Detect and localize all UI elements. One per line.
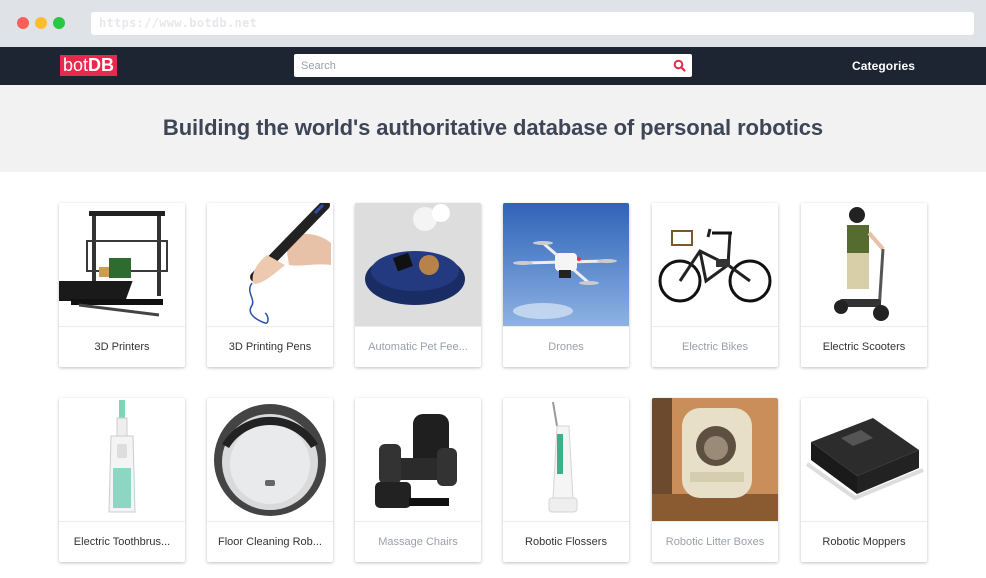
category-label: Robotic Flossers: [525, 536, 607, 548]
navbar: botDB Categories: [0, 47, 986, 85]
categories-link[interactable]: Categories: [852, 59, 915, 73]
pet-feeder-icon: [355, 203, 481, 327]
search-box: [294, 54, 692, 77]
3d-printer-icon: [59, 203, 185, 327]
category-label: Floor Cleaning Rob...: [218, 536, 322, 548]
bicycle-icon: [652, 203, 778, 327]
3d-pen-icon: [207, 203, 333, 327]
scooter-icon: [801, 203, 927, 327]
category-label: Electric Scooters: [822, 341, 906, 353]
category-label: Electric Bikes: [681, 341, 749, 353]
search-input[interactable]: [294, 54, 654, 77]
site-logo[interactable]: botDB: [60, 55, 118, 76]
category-card-electric-bikes[interactable]: Electric Bikes: [652, 203, 778, 367]
category-card-robotic-moppers[interactable]: Robotic Moppers: [801, 398, 927, 562]
toothbrush-icon: [59, 398, 185, 522]
category-card-robotic-flossers[interactable]: Robotic Flossers: [503, 398, 629, 562]
category-card-3d-printing-pens[interactable]: 3D Printing Pens: [207, 203, 333, 367]
search-icon[interactable]: [673, 59, 686, 72]
litter-box-icon: [652, 398, 778, 522]
hero-headline: Building the world's authoritative datab…: [162, 115, 824, 140]
category-label: Massage Chairs: [378, 536, 458, 548]
category-card-drones[interactable]: Drones: [503, 203, 629, 367]
category-card-floor-cleaning-robots[interactable]: Floor Cleaning Rob...: [207, 398, 333, 562]
category-card-electric-toothbrushes[interactable]: Electric Toothbrus...: [59, 398, 185, 562]
category-label: 3D Printers: [94, 341, 150, 353]
minimize-window-button[interactable]: [35, 17, 47, 29]
category-label: Robotic Litter Boxes: [665, 536, 765, 548]
category-card-3d-printers[interactable]: 3D Printers: [59, 203, 185, 367]
hero-banner: Building the world's authoritative datab…: [0, 85, 986, 172]
drone-icon: [503, 203, 629, 327]
massage-chair-icon: [355, 398, 481, 522]
category-label: Robotic Moppers: [822, 536, 906, 548]
browser-chrome: https://www.botdb.net: [0, 0, 986, 47]
robot-vacuum-icon: [207, 398, 333, 522]
close-window-button[interactable]: [17, 17, 29, 29]
maximize-window-button[interactable]: [53, 17, 65, 29]
category-card-massage-chairs[interactable]: Massage Chairs: [355, 398, 481, 562]
logo-suffix: DB: [88, 55, 115, 75]
category-card-automatic-pet-feeders[interactable]: Automatic Pet Fee...: [355, 203, 481, 367]
address-bar[interactable]: https://www.botdb.net: [91, 12, 974, 35]
category-label: Electric Toothbrus...: [73, 536, 171, 548]
flosser-icon: [503, 398, 629, 522]
mopper-icon: [801, 398, 927, 522]
logo-prefix: bot: [63, 55, 89, 75]
category-card-electric-scooters[interactable]: Electric Scooters: [801, 203, 927, 367]
category-label: Automatic Pet Fee...: [368, 341, 468, 353]
category-card-robotic-litter-boxes[interactable]: Robotic Litter Boxes: [652, 398, 778, 562]
category-label: Drones: [548, 341, 584, 353]
category-label: 3D Printing Pens: [228, 341, 312, 353]
